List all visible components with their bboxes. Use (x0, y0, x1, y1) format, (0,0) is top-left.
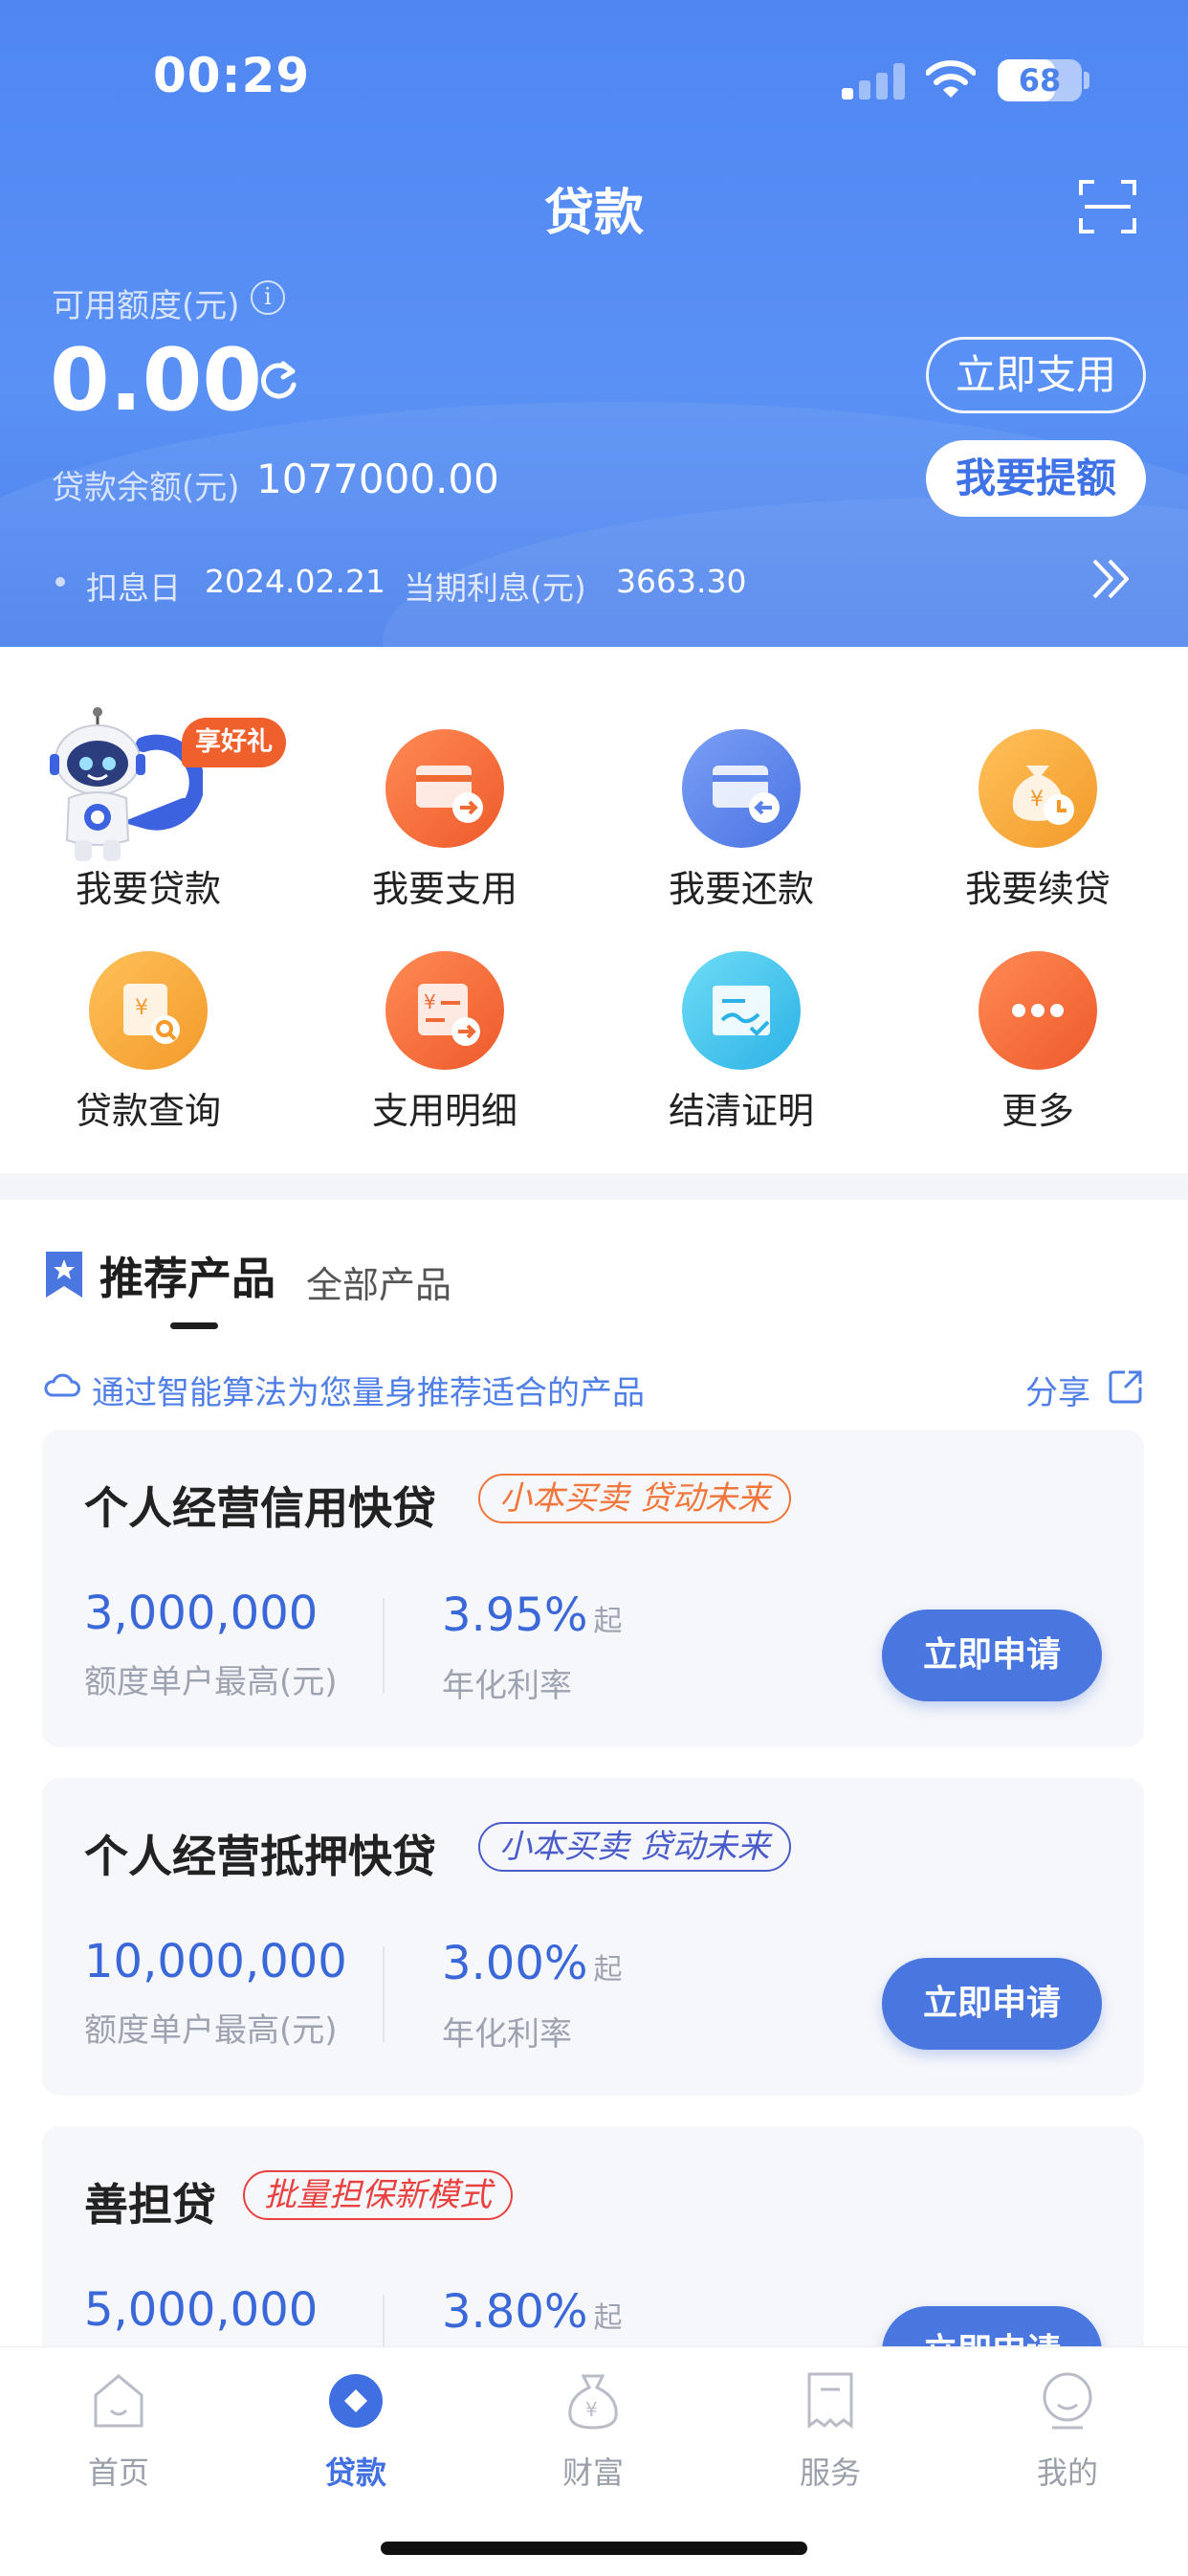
money-bag-icon: ¥ (568, 2374, 618, 2430)
svg-text:¥: ¥ (1030, 788, 1044, 811)
refresh-icon[interactable] (256, 358, 300, 402)
cellular-signal-icon (842, 63, 909, 100)
nav-label: 我的 (1036, 2454, 1098, 2491)
svg-text:¥: ¥ (135, 996, 148, 1020)
product-tag: 小本买卖 贷动未来 (478, 1474, 791, 1523)
menu-more[interactable]: 更多 (890, 869, 1186, 1132)
menu-settlement-certificate[interactable]: 结清证明 (593, 869, 890, 1132)
annual-rate: 3.80% 起 (442, 2285, 623, 2339)
page-title: 贷款 (543, 185, 644, 242)
bullet-dot (55, 577, 65, 587)
max-amount-label: 额度单户最高(元) (84, 1663, 338, 1701)
product-tag: 小本买卖 贷动未来 (478, 1822, 791, 1872)
menu-label: 更多 (1001, 1090, 1074, 1132)
annual-rate: 3.00% 起 (442, 1937, 623, 1990)
status-time: 00:29 (153, 48, 311, 103)
scan-icon[interactable] (1079, 178, 1136, 235)
product-card[interactable]: 个人经营抵押快贷 小本买卖 贷动未来 10,000,000 额度单户最高(元) … (42, 1778, 1144, 2096)
svg-text:¥: ¥ (585, 2398, 598, 2421)
tab-active-indicator (170, 1322, 218, 1329)
nav-label: 贷款 (324, 2454, 386, 2491)
recommendation-hint: 通过智能算法为您量身推荐适合的产品 (92, 1374, 645, 1412)
svg-text:¥: ¥ (424, 990, 436, 1013)
certificate-check-icon (682, 951, 801, 1070)
available-limit-label: 可用额度(元) (52, 287, 240, 325)
interest-date-value: 2024.02.21 (205, 563, 385, 600)
loan-balance-value: 1077000.00 (256, 455, 499, 502)
max-amount: 3,000,000 (84, 1587, 319, 1640)
current-interest-value: 3663.30 (616, 563, 747, 600)
robot-mascot-icon (50, 707, 203, 861)
yuan-search-icon: ¥ (89, 951, 208, 1070)
home-icon (94, 2374, 143, 2428)
product-tag: 批量担保新模式 (243, 2170, 513, 2220)
product-name: 个人经营抵押快贷 (84, 1831, 436, 1882)
share-icon[interactable] (1108, 1368, 1144, 1405)
battery-percent: 68 (1018, 62, 1062, 99)
menu-label: 贷款查询 (75, 1090, 221, 1132)
battery-indicator: 68 (998, 59, 1082, 101)
loan-diamond-icon (329, 2374, 383, 2428)
profile-icon (1043, 2372, 1092, 2430)
annual-rate-label: 年化利率 (442, 1667, 572, 1705)
nav-loan[interactable]: 贷款 (237, 2361, 474, 2504)
menu-label: 结清证明 (668, 1090, 814, 1132)
home-indicator (381, 2542, 807, 2555)
section-divider (0, 1173, 1188, 1200)
raise-limit-button[interactable]: 我要提额 (926, 440, 1146, 517)
nav-label: 财富 (561, 2454, 624, 2491)
bookmark-star-icon (46, 1252, 82, 1298)
money-bag-clock-icon: ¥ (979, 729, 1097, 848)
nav-label: 服务 (799, 2454, 861, 2491)
loan-screen: { "status_bar": {"time": "00:29", "batte… (0, 0, 1188, 2576)
interest-date-label: 扣息日 (86, 569, 181, 607)
product-card[interactable]: 个人经营信用快贷 小本买卖 贷动未来 3,000,000 额度单户最高(元) 3… (42, 1430, 1144, 1747)
use-now-button[interactable]: 立即支用 (926, 337, 1146, 413)
max-amount: 10,000,000 (84, 1935, 347, 1988)
menu-drawdown-details[interactable]: ¥ 支用明细 (297, 869, 593, 1132)
menu-renew-loan[interactable]: ¥ 我要续贷 (890, 647, 1186, 910)
loan-balance-label: 贷款余额(元) (52, 469, 240, 507)
annual-rate: 3.95% 起 (442, 1588, 623, 1642)
tab-all-products[interactable]: 全部产品 (306, 1255, 451, 1308)
apply-button[interactable]: 立即申请 (882, 1610, 1102, 1701)
nav-home[interactable]: 首页 (0, 2361, 237, 2504)
annual-rate-label: 年化利率 (442, 2015, 572, 2054)
available-limit-value: 0.00 (50, 330, 263, 431)
wifi-icon (926, 60, 976, 98)
more-dots-icon (979, 951, 1097, 1070)
product-name: 善担贷 (84, 2179, 216, 2231)
gift-badge: 享好礼 (182, 718, 286, 767)
nav-mine[interactable]: 我的 (949, 2361, 1186, 2504)
receipt-icon (807, 2372, 853, 2429)
share-button[interactable]: 分享 (1025, 1366, 1090, 1413)
menu-drawdown[interactable]: 我要支用 (297, 647, 593, 910)
product-name: 个人经营信用快贷 (84, 1482, 436, 1534)
menu-loan-query[interactable]: ¥ 贷款查询 (0, 869, 297, 1132)
cloud-icon (44, 1373, 80, 1397)
card-transfer-icon (385, 729, 504, 848)
menu-label: 支用明细 (371, 1090, 517, 1132)
card-repay-icon (682, 729, 801, 848)
info-icon[interactable]: i (251, 280, 285, 315)
current-interest-label: 当期利息(元) (404, 569, 586, 607)
apply-button[interactable]: 立即申请 (882, 1958, 1102, 2050)
max-amount-label: 额度单户最高(元) (84, 2011, 338, 2050)
nav-wealth[interactable]: ¥ 财富 (474, 2361, 712, 2504)
double-chevron-right-icon[interactable] (1087, 555, 1134, 603)
menu-repay[interactable]: 我要还款 (593, 647, 890, 910)
nav-service[interactable]: 服务 (712, 2361, 949, 2504)
yuan-list-icon: ¥ (385, 951, 504, 1070)
nav-label: 首页 (87, 2454, 149, 2491)
max-amount: 5,000,000 (84, 2283, 319, 2337)
tab-recommended[interactable]: 推荐产品 (99, 1244, 275, 1307)
